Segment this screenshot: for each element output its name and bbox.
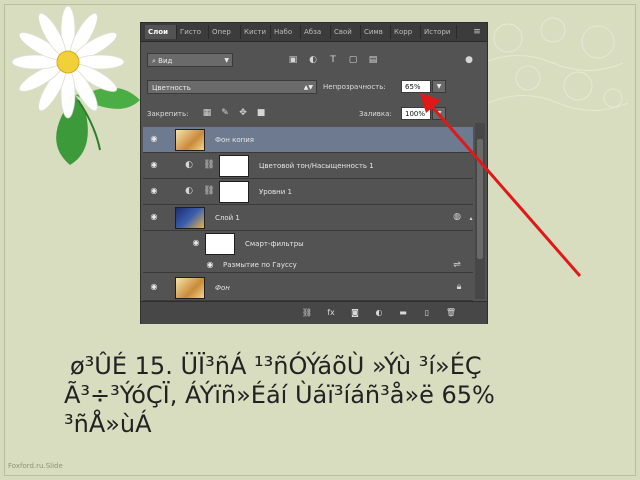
adjustment-layer-icon: ◐ xyxy=(185,160,193,170)
footer-watermark: Foxford.ru.Slide xyxy=(8,462,63,470)
lock-transparent-icon[interactable]: ▦ xyxy=(201,107,213,119)
tab-operations[interactable]: Опер xyxy=(209,25,241,39)
filter-mask-thumbnail xyxy=(205,233,235,255)
tab-character[interactable]: Симв xyxy=(361,25,391,39)
image-filter-icon[interactable]: ▣ xyxy=(287,54,299,66)
caption-line-3: ³ñÅ»ùÁ xyxy=(64,410,152,438)
new-group-folder-icon[interactable]: ▬ xyxy=(397,307,409,319)
visibility-eye-icon[interactable]: ◉ xyxy=(149,160,159,170)
layer-mask-thumbnail xyxy=(219,155,249,177)
chevron-down-icon: ▲▼ xyxy=(303,84,313,91)
link-layers-icon[interactable]: ⛓ xyxy=(301,307,313,319)
layer-row-gaussian-blur[interactable]: ◉ Размытие по Гауссу ⇌ xyxy=(143,257,473,273)
fill-label: Заливка: xyxy=(359,110,392,118)
slide-caption: ø³ÛÉ 15. ÜÏ³ñÁ ¹³ñÓÝáõÙ »Ýù ³í»ÉÇ Ã³÷³Ýó… xyxy=(64,352,604,439)
lock-icon: 🔒︎ xyxy=(456,282,462,292)
visibility-eye-icon[interactable]: ◉ xyxy=(205,260,215,270)
new-adjustment-layer-icon[interactable]: ◐ xyxy=(373,307,385,319)
visibility-eye-icon[interactable]: ◉ xyxy=(191,238,201,248)
filter-label: Вид xyxy=(158,57,173,65)
tab-history[interactable]: Истори xyxy=(421,25,457,39)
tab-paragraph[interactable]: Абза xyxy=(301,25,331,39)
shape-filter-icon[interactable]: ▢ xyxy=(347,54,359,66)
layer-filter-dropdown[interactable]: ⌕ Вид ▼ xyxy=(147,53,233,67)
tab-brushes[interactable]: Кисти xyxy=(241,25,271,39)
visibility-eye-icon[interactable]: ◉ xyxy=(149,186,159,196)
layer-style-fx-icon[interactable]: fx xyxy=(325,307,337,319)
layer-name: Фон xyxy=(215,284,230,292)
layer-row-background-copy[interactable]: ◉ Фон копия xyxy=(143,127,473,153)
visibility-eye-icon[interactable]: ◉ xyxy=(149,282,159,292)
blend-mode-value: Цветность xyxy=(152,84,191,92)
lock-all-icon[interactable]: ■ xyxy=(255,107,267,119)
adjustment-layer-icon: ◐ xyxy=(185,186,193,196)
lock-label: Закрепить: xyxy=(147,110,189,118)
opacity-slider-button[interactable]: ▼ xyxy=(432,80,446,93)
layer-row-layer-1[interactable]: ◉ Слой 1 ◍ ▴ xyxy=(143,205,473,231)
layers-panel: Слои Гисто Опер Кисти Набо Абза Свой Сим… xyxy=(140,22,488,324)
layer-name: Уровни 1 xyxy=(259,188,292,196)
visibility-eye-icon[interactable]: ◉ xyxy=(149,134,159,144)
tab-presets[interactable]: Набо xyxy=(271,25,301,39)
layer-row-levels[interactable]: ◉ ◐ ⛓ Уровни 1 xyxy=(143,179,473,205)
layer-name: Цветовой тон/Насыщенность 1 xyxy=(259,162,374,170)
filter-options-icon[interactable]: ⇌ xyxy=(451,259,463,271)
panel-tab-bar: Слои Гисто Опер Кисти Набо Абза Свой Сим… xyxy=(141,23,487,42)
lace-decoration xyxy=(482,17,628,111)
lock-position-icon[interactable]: ✥ xyxy=(237,107,249,119)
tab-layers[interactable]: Слои xyxy=(145,25,177,39)
layers-bottom-toolbar: ⛓ fx ◙ ◐ ▬ ▯ 🗑︎ xyxy=(141,301,487,324)
fill-slider-button[interactable]: ▼ xyxy=(432,107,446,120)
visibility-eye-icon[interactable]: ◉ xyxy=(149,212,159,222)
layer-name: Фон копия xyxy=(215,136,254,144)
layers-list: ◉ Фон копия ◉ ◐ ⛓ Цветовой тон/Насыщенно… xyxy=(143,123,473,301)
scrollbar-thumb[interactable] xyxy=(477,139,483,259)
chain-link-icon: ⛓ xyxy=(203,160,215,170)
tab-properties[interactable]: Свой xyxy=(331,25,361,39)
chain-link-icon: ⛓ xyxy=(203,186,215,196)
smart-object-filter-icon[interactable]: ▤ xyxy=(367,54,379,66)
layer-name: Смарт-фильтры xyxy=(245,240,304,248)
layers-scrollbar[interactable] xyxy=(475,123,485,299)
caption-line-2: Ã³÷³ÝóÇÏ, ÁÝïñ»Éáí Ùáï³íáñ³å»ë 65% xyxy=(64,381,495,409)
tab-histogram[interactable]: Гисто xyxy=(177,25,209,39)
text-filter-icon[interactable]: T xyxy=(327,54,339,66)
opacity-input[interactable]: 65% xyxy=(401,80,431,93)
adjustment-filter-icon[interactable]: ◐ xyxy=(307,54,319,66)
smart-object-badge-icon: ◍ xyxy=(453,212,461,222)
layer-name: Размытие по Гауссу xyxy=(223,261,297,269)
opacity-label: Непрозрачность: xyxy=(323,83,386,91)
new-layer-icon[interactable]: ▯ xyxy=(421,307,433,319)
lock-paint-brush-icon[interactable]: ✎ xyxy=(219,107,231,119)
delete-layer-trash-icon[interactable]: 🗑︎ xyxy=(445,307,457,319)
layer-name: Слой 1 xyxy=(215,214,240,222)
filter-toggle-icon[interactable]: ● xyxy=(463,54,475,66)
layer-thumbnail xyxy=(175,277,205,299)
layer-mask-thumbnail xyxy=(219,181,249,203)
caption-line-1: ø³ÛÉ 15. ÜÏ³ñÁ ¹³ñÓÝáõÙ »Ýù ³í»ÉÇ xyxy=(70,352,482,380)
fill-input[interactable]: 100% xyxy=(401,107,431,120)
layer-row-smart-filters[interactable]: ◉ Смарт-фильтры xyxy=(143,231,473,257)
chevron-down-icon: ▼ xyxy=(224,57,229,64)
layer-thumbnail xyxy=(175,207,205,229)
panel-menu-icon[interactable]: ≡ xyxy=(471,26,483,38)
add-mask-icon[interactable]: ◙ xyxy=(349,307,361,319)
layer-row-background[interactable]: ◉ Фон 🔒︎ xyxy=(143,275,473,301)
layer-row-hue-saturation[interactable]: ◉ ◐ ⛓ Цветовой тон/Насыщенность 1 xyxy=(143,153,473,179)
layer-thumbnail xyxy=(175,129,205,151)
daisy-flower-decoration xyxy=(11,5,140,165)
tab-corrections[interactable]: Корр xyxy=(391,25,421,39)
blend-mode-dropdown[interactable]: Цветность ▲▼ xyxy=(147,80,317,94)
